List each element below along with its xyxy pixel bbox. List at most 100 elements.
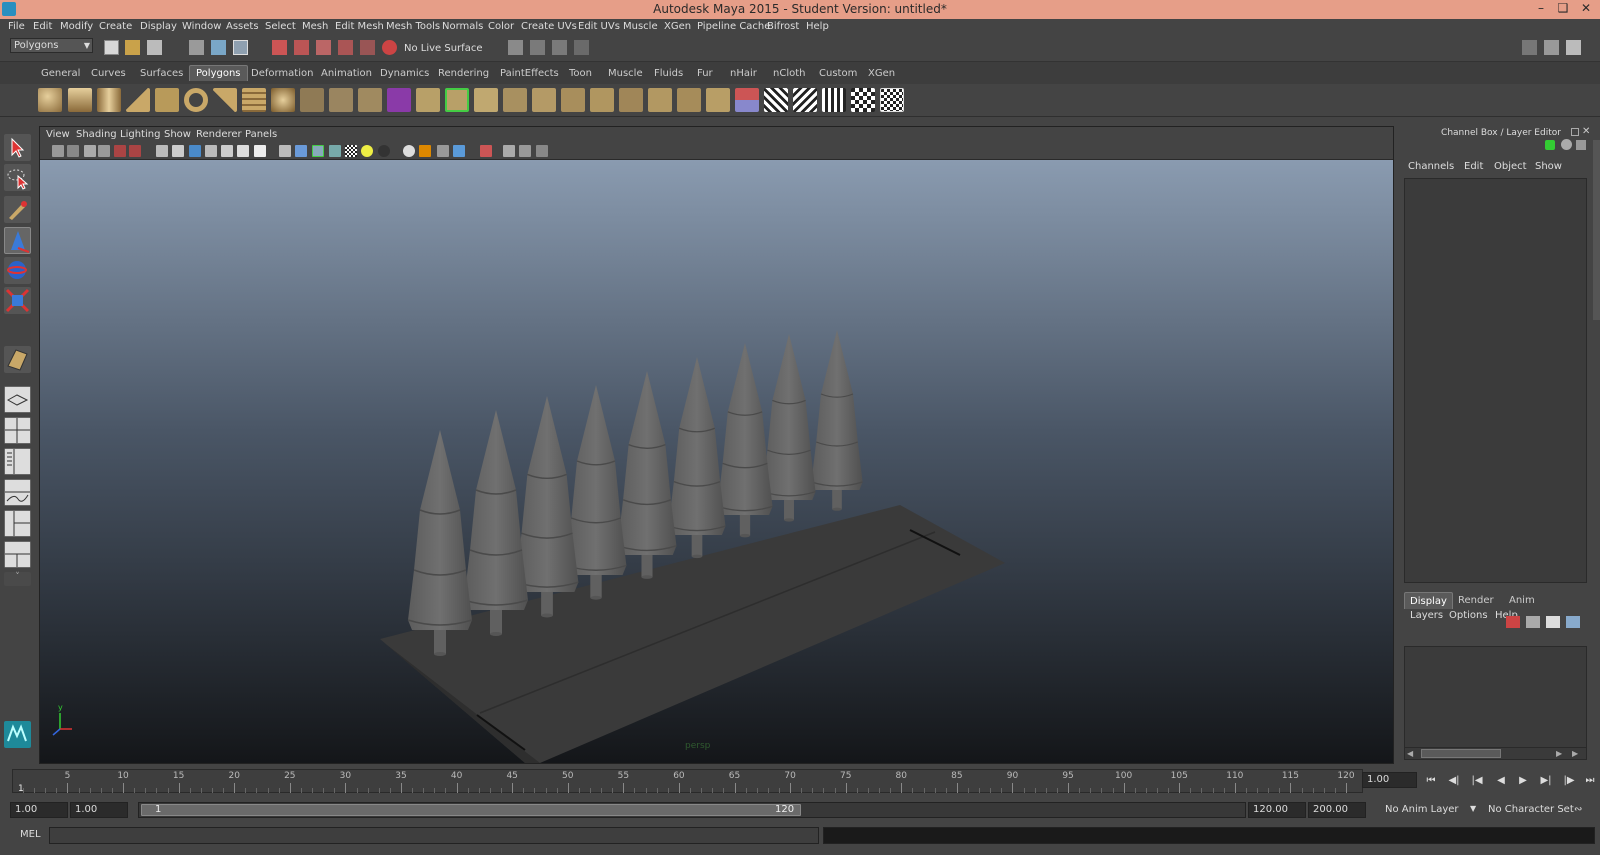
hypershade-layout-icon[interactable]	[4, 541, 31, 568]
tab-animation[interactable]: Animation	[321, 68, 372, 79]
viewport-menu-lighting[interactable]: Lighting	[120, 129, 160, 140]
bevel-icon[interactable]	[648, 88, 672, 112]
insert-edge-loop-icon[interactable]	[561, 88, 585, 112]
viewport-menu-show[interactable]: Show	[164, 129, 191, 140]
select-tool-icon[interactable]	[4, 134, 31, 161]
anim-layer-selector[interactable]: No Anim Layer	[1385, 804, 1459, 815]
menu-normals[interactable]: Normals	[442, 21, 483, 32]
field-chart-icon[interactable]	[221, 145, 233, 157]
tab-ncloth[interactable]: nCloth	[773, 68, 805, 79]
booleans-icon[interactable]	[416, 88, 440, 112]
step-back-frame-icon[interactable]: ◀|	[1447, 775, 1461, 787]
viewport-menu-renderer[interactable]: Renderer	[196, 129, 242, 140]
snap-view-plane-icon[interactable]	[338, 40, 353, 55]
script-language-label[interactable]: MEL	[20, 829, 41, 840]
image-plane-icon[interactable]	[98, 145, 110, 157]
planar-mapping-icon[interactable]	[735, 88, 759, 112]
select-object-icon[interactable]	[211, 40, 226, 55]
scroll-end-icon[interactable]: ▶	[1572, 749, 1578, 758]
rotate-tool-icon[interactable]	[4, 257, 31, 284]
tab-custom[interactable]: Custom	[819, 68, 857, 79]
snap-curve-icon[interactable]	[294, 40, 309, 55]
attribute-editor-toggle-icon[interactable]	[1561, 139, 1572, 150]
channel-box-panel[interactable]	[1404, 178, 1587, 583]
safe-action-icon[interactable]	[237, 145, 249, 157]
smooth-icon[interactable]	[387, 88, 411, 112]
new-scene-icon[interactable]	[104, 40, 119, 55]
layer-menu-layers[interactable]: Layers	[1410, 610, 1443, 621]
extrude-icon[interactable]	[445, 88, 469, 112]
grease-pencil-icon[interactable]	[129, 145, 141, 157]
scale-tool-icon[interactable]	[4, 287, 31, 314]
layer-menu-options[interactable]: Options	[1449, 610, 1488, 621]
mirror-geometry-icon[interactable]	[706, 88, 730, 112]
make-live-icon[interactable]	[360, 40, 375, 55]
spherical-mapping-icon[interactable]	[793, 88, 817, 112]
uv-editor-icon[interactable]	[851, 88, 875, 112]
tab-general[interactable]: General	[41, 68, 80, 79]
menu-window[interactable]: Window	[182, 21, 221, 32]
current-frame-field[interactable]: 1.00	[1362, 772, 1417, 788]
tab-polygons[interactable]: Polygons	[189, 65, 248, 81]
grid-icon[interactable]	[156, 145, 168, 157]
minimize-icon[interactable]: –	[1530, 1, 1552, 17]
poly-cone-icon[interactable]	[126, 88, 150, 112]
step-back-key-icon[interactable]: |◀	[1470, 775, 1484, 787]
bookmarks-icon[interactable]	[84, 145, 96, 157]
animation-end-field[interactable]: 200.00	[1308, 802, 1366, 818]
open-scene-icon[interactable]	[125, 40, 140, 55]
auto-key-icon[interactable]: ∾	[1574, 804, 1582, 815]
select-hierarchy-icon[interactable]	[189, 40, 204, 55]
tab-xgen[interactable]: XGen	[868, 68, 895, 79]
select-component-icon[interactable]	[233, 40, 248, 55]
automatic-mapping-icon[interactable]	[822, 88, 846, 112]
tab-fur[interactable]: Fur	[697, 68, 713, 79]
last-tool-used-icon[interactable]	[4, 346, 31, 373]
menu-edit[interactable]: Edit	[33, 21, 52, 32]
textured-icon[interactable]	[345, 145, 357, 157]
split-polygon-icon[interactable]	[532, 88, 556, 112]
separate-icon[interactable]	[329, 88, 353, 112]
single-perspective-layout-icon[interactable]	[4, 386, 31, 413]
screen-space-ao-icon[interactable]	[403, 145, 415, 157]
close-icon[interactable]: ✕	[1575, 1, 1597, 17]
step-forward-frame-icon[interactable]: |▶	[1562, 775, 1576, 787]
smooth-shade-icon[interactable]	[295, 145, 307, 157]
layer-options-icon[interactable]	[1566, 616, 1580, 628]
tab-nhair[interactable]: nHair	[730, 68, 757, 79]
menu-mesh-tools[interactable]: Mesh Tools	[386, 21, 440, 32]
tab-dynamics[interactable]: Dynamics	[380, 68, 429, 79]
poly-torus-icon[interactable]	[184, 88, 208, 112]
float-panel-icon[interactable]	[1571, 128, 1579, 136]
layer-list-panel[interactable]	[1404, 646, 1587, 754]
gate-mask-icon[interactable]	[205, 145, 217, 157]
save-scene-icon[interactable]	[147, 40, 162, 55]
range-slider-thumb[interactable]	[141, 804, 801, 816]
new-empty-layer-icon[interactable]	[1526, 616, 1540, 628]
extract-icon[interactable]	[358, 88, 382, 112]
graph-editor-layout-icon[interactable]	[4, 479, 31, 506]
poly-prism-icon[interactable]	[213, 88, 237, 112]
ipr-render-icon[interactable]	[530, 40, 545, 55]
wireframe-icon[interactable]	[279, 145, 291, 157]
chevron-down-icon[interactable]: ▼	[1470, 804, 1476, 813]
menu-bifrost[interactable]: Bifrost	[767, 21, 799, 32]
tab-curves[interactable]: Curves	[91, 68, 126, 79]
attribute-editor-side-tab[interactable]	[1593, 140, 1600, 320]
four-view-layout-icon[interactable]	[4, 417, 31, 444]
go-to-start-icon[interactable]: ⏮	[1424, 775, 1438, 787]
tool-settings-toggle-icon[interactable]	[1576, 140, 1586, 150]
menu-create[interactable]: Create	[99, 21, 132, 32]
command-input[interactable]	[49, 827, 819, 844]
poly-helix-icon[interactable]	[271, 88, 295, 112]
channel-box-menu-channels[interactable]: Channels	[1408, 161, 1454, 172]
resolution-gate-icon[interactable]	[189, 145, 201, 157]
menu-pipeline-cache[interactable]: Pipeline Cache	[697, 21, 770, 32]
bridge-icon[interactable]	[474, 88, 498, 112]
xray-active-components-icon[interactable]	[519, 145, 531, 157]
range-slider[interactable]: 1 120	[138, 802, 1246, 818]
tab-deformation[interactable]: Deformation	[251, 68, 313, 79]
scene-view[interactable]: y persp	[40, 160, 1393, 763]
tab-rendering[interactable]: Rendering	[438, 68, 489, 79]
combine-icon[interactable]	[300, 88, 324, 112]
